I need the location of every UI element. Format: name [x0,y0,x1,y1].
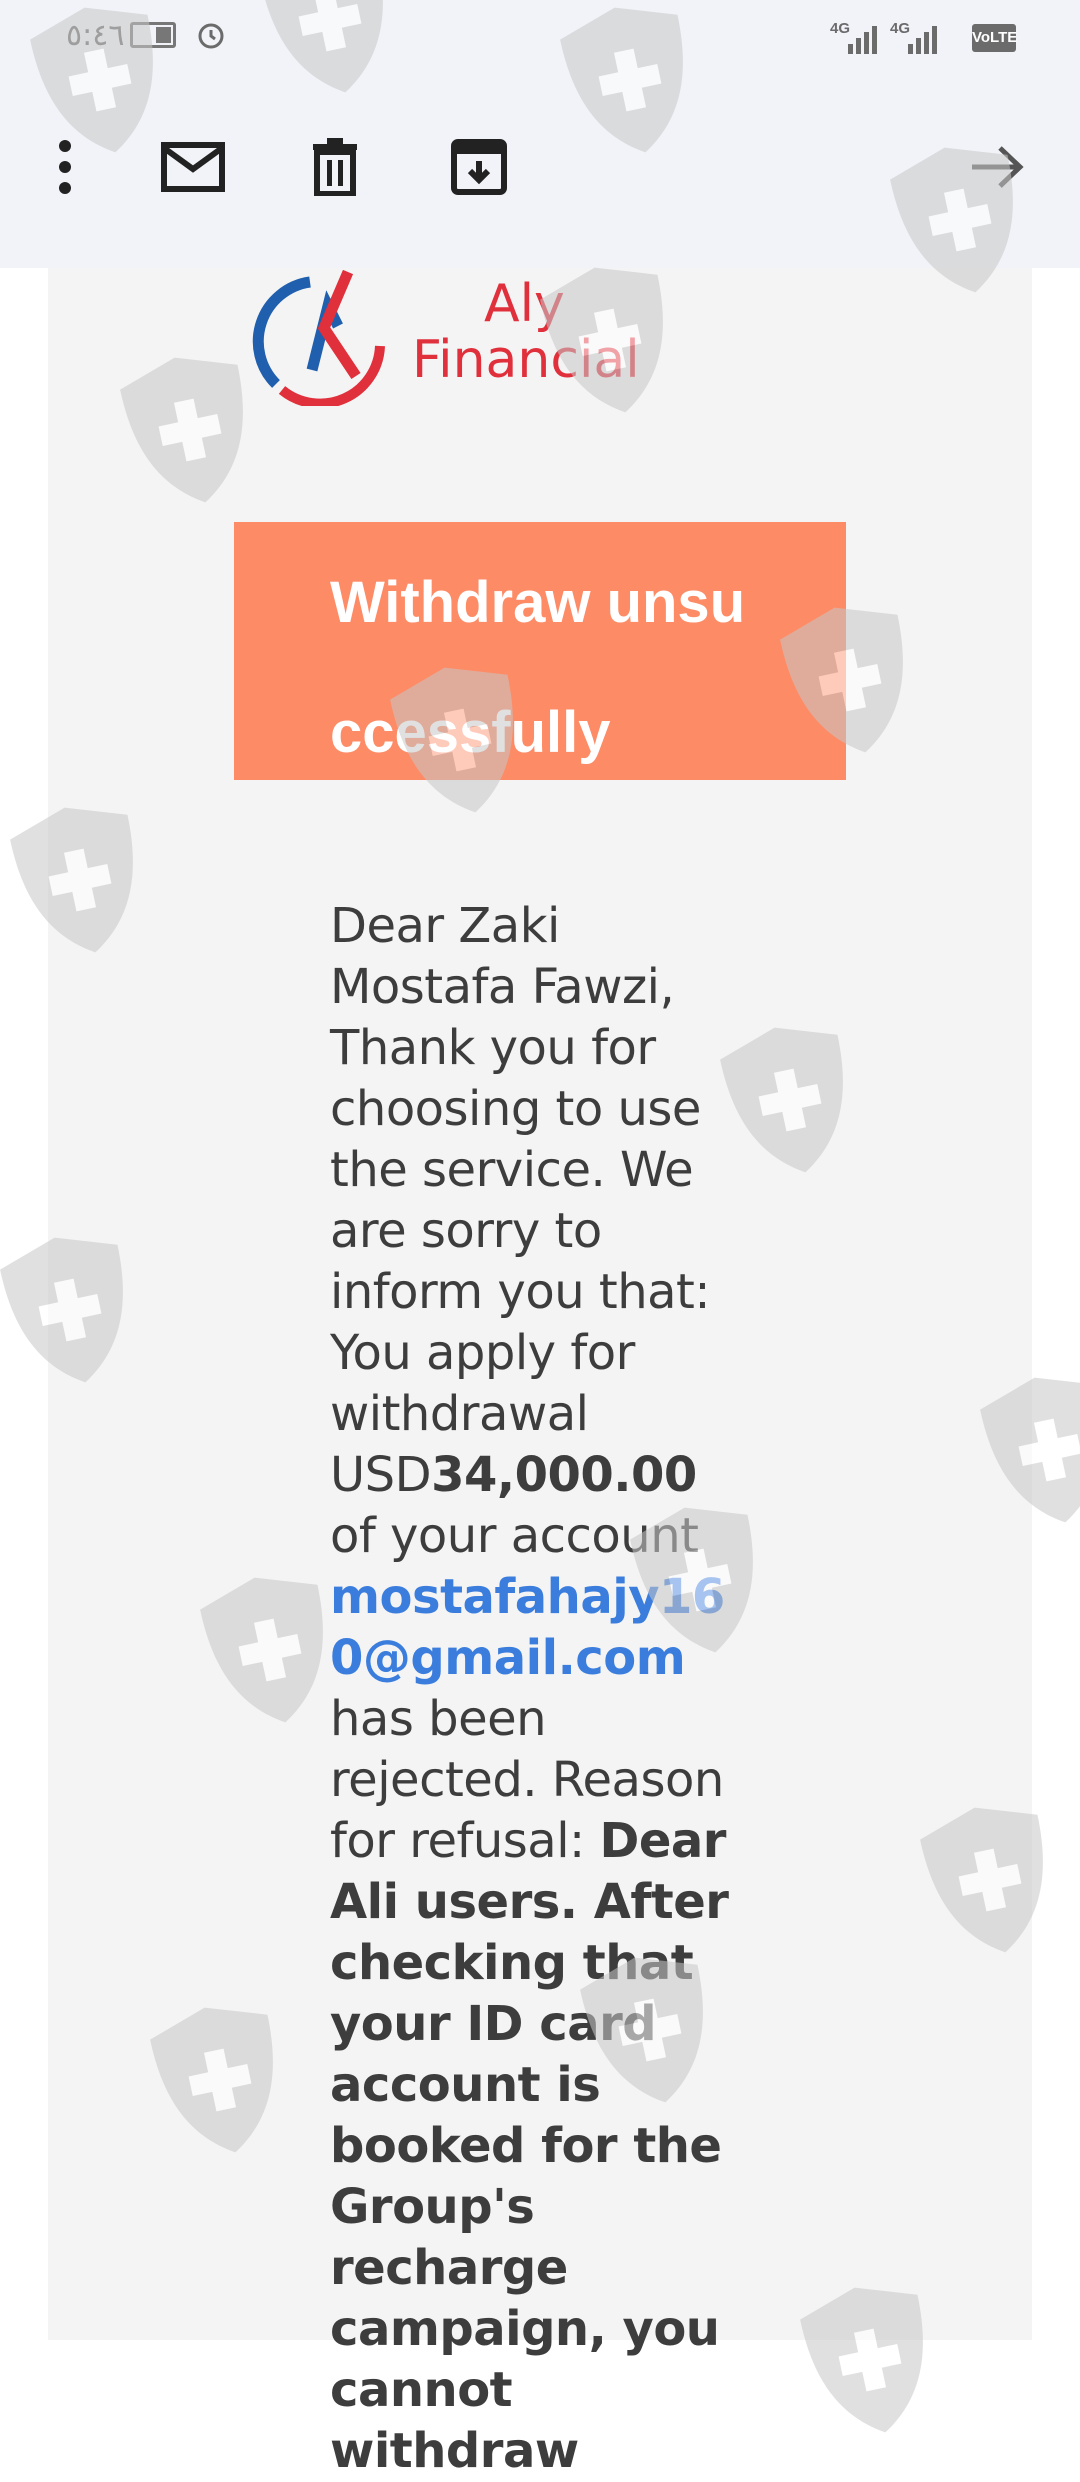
message-part-1: Dear Zaki Mostafa Fawzi, Thank you for c… [330,898,711,1503]
battery-level [156,27,171,43]
archive-icon [451,139,507,195]
withdraw-amount: 34,000.00 [431,1447,697,1503]
volte-badge: VoLTE [972,24,1017,52]
refusal-reason: Dear Ali users. After checking that your… [330,1813,729,2479]
message-part-2: of your account [330,1508,699,1564]
logo-mark-icon [252,269,385,406]
arrow-right-icon [972,146,1024,188]
mark-unread-button[interactable] [158,132,228,202]
mark-unread-icon [161,142,225,192]
logo-text: Aly Financial [412,274,640,390]
account-email-link[interactable]: mostafahajy160@gmail.com [330,1569,725,1686]
signal-icon-2: 4G [890,20,940,54]
delete-button[interactable] [300,132,370,202]
trash-icon [313,138,357,196]
more-options-button[interactable] [30,132,100,202]
status-banner: Withdraw unsuccessfully [234,522,846,780]
banner-title: Withdraw unsuccessfully [330,570,746,765]
signal-icon-1: 4G [830,20,880,54]
forward-button[interactable] [962,132,1032,202]
alarm-icon [198,23,224,49]
email-toolbar [0,72,1080,268]
more-vert-icon [59,140,71,194]
archive-button[interactable] [444,132,514,202]
email-message: Dear Zaki Mostafa Fawzi, Thank you for c… [330,896,750,2482]
status-bar: ٥:٤٦ 4G 4G VoLTE [0,0,1080,72]
company-logo: Aly Financial [252,266,662,406]
battery-icon [130,22,176,48]
status-time: ٥:٤٦ [66,18,125,53]
